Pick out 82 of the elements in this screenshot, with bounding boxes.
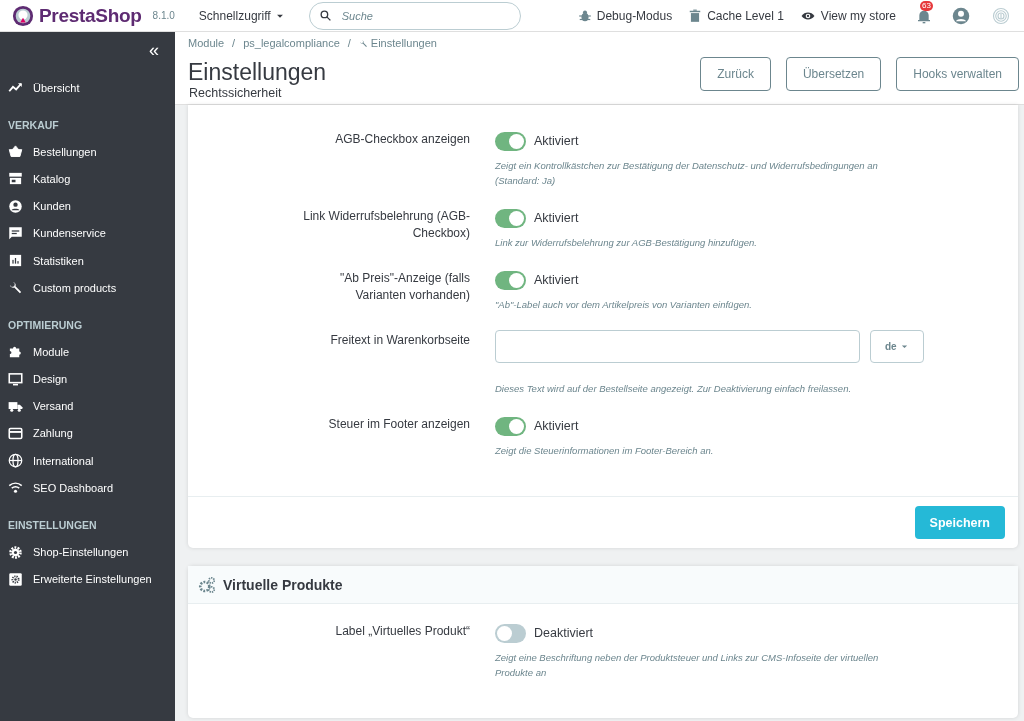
field-label: Label „Virtuelles Produkt“: [334, 623, 470, 640]
sidebar-section-title: OPTIMIERUNG: [7, 318, 84, 334]
sidebar-item[interactable]: Bestellungen: [0, 138, 175, 166]
toggle-status: Aktiviert: [534, 419, 579, 433]
toggle-status: Aktiviert: [534, 211, 579, 225]
breadcrumb-link[interactable]: Module: [188, 37, 225, 49]
search-icon: [318, 8, 332, 22]
text-input-field[interactable]: [495, 330, 860, 363]
language-dropdown[interactable]: de: [870, 330, 924, 363]
debug-mode-link[interactable]: Debug-Modus: [596, 8, 673, 23]
help-text: Zeigt eine Beschriftung neben der Produktsteuer und Links zur CMS-Infoseite der virtuellen Produkte an: [495, 651, 880, 680]
toggle-switch[interactable]: [495, 416, 526, 436]
toggle-status: Aktiviert: [534, 273, 579, 287]
sidebar-item[interactable]: Shop-Einstellungen: [0, 538, 175, 566]
sidebar-item[interactable]: Katalog: [0, 165, 175, 193]
help-text: "Ab"-Label auch vor dem Artikelpreis von Varianten einfügen.: [495, 298, 753, 312]
trash-icon: [688, 8, 703, 23]
card-icon: [8, 425, 23, 441]
basket-icon: [8, 144, 23, 160]
page-title: Einstellungen: [188, 59, 328, 85]
signal-icon: [8, 480, 23, 496]
notification-count: 63: [920, 0, 933, 11]
toggle-switch[interactable]: [495, 623, 526, 643]
gear-icon: [8, 544, 23, 560]
sidebar-item[interactable]: Erweiterte Einstellungen: [0, 565, 175, 593]
breadcrumb-separator: /: [232, 37, 236, 49]
fingerprint-icon: [992, 6, 1010, 25]
bug-icon: [577, 8, 592, 23]
sidebar-item[interactable]: International: [0, 447, 175, 475]
page-subtitle: Rechtssicherheit: [188, 86, 283, 100]
toolbar-button[interactable]: Zurück: [700, 57, 771, 91]
breadcrumb-separator: /: [347, 37, 351, 49]
collapse-button[interactable]: «: [149, 42, 159, 58]
toggle-status: Aktiviert: [534, 134, 579, 148]
help-text: Dieses Text wird auf der Bestellseite angezeigt. Zur Deaktivierung einfach freilassen.: [495, 382, 853, 396]
help-text: Link zur Widerrufsbelehrung zur AGB-Bestätigung hinzufügen.: [495, 236, 758, 250]
chart-icon: [8, 253, 23, 269]
panel-title: Virtuelle Produkte: [223, 576, 343, 593]
sidebar-item[interactable]: Design: [0, 365, 175, 393]
gear-square-icon: [8, 571, 23, 587]
field-label: AGB-Checkbox anzeigen: [334, 131, 470, 148]
help-text: Zeigt ein Kontrollkästchen zur Bestätigung der Datenschutz- und Widerrufsbedingungen an (Standard: Ja): [495, 159, 879, 188]
toggle-switch[interactable]: [495, 270, 526, 290]
sidebar-item[interactable]: Custom products: [0, 274, 175, 302]
sidebar-item[interactable]: Zahlung: [0, 419, 175, 448]
sidebar-item[interactable]: Module: [0, 338, 175, 366]
chat-icon: [8, 225, 23, 241]
field-label: Link Widerrufsbelehrung (AGB-Checkbox): [302, 208, 470, 242]
logo-icon: [12, 4, 34, 27]
cache-level-link[interactable]: Cache Level 1: [707, 8, 784, 23]
sidebar-item[interactable]: Statistiken: [0, 246, 175, 275]
person-icon: [8, 198, 23, 214]
sidebar-item[interactable]: SEO Dashboard: [0, 474, 175, 502]
monitor-icon: [8, 371, 23, 387]
gears-icon: [198, 575, 216, 594]
version-label: 8.1.0: [152, 10, 175, 21]
toolbar-button[interactable]: Übersetzen: [785, 57, 882, 91]
breadcrumb-link[interactable]: Einstellungen: [370, 37, 437, 49]
field-label: Steuer im Footer anzeigen: [327, 416, 470, 433]
field-label: "Ab Preis"-Anzeige (falls Varianten vorhanden): [339, 270, 470, 304]
caret-icon: [899, 342, 909, 351]
quick-access-menu[interactable]: Schnellzugriff: [198, 8, 285, 23]
help-text: Zeigt die Steuerinformationen im Footer-Bereich an.: [495, 444, 715, 458]
breadcrumb-link[interactable]: ps_legalcompliance: [243, 37, 340, 49]
toggle-status: Deaktiviert: [534, 626, 594, 640]
search-field[interactable]: Suche: [308, 1, 521, 30]
globe-icon: [8, 453, 23, 469]
sidebar-item[interactable]: Kunden: [0, 192, 175, 220]
sidebar-section-title: VERKAUF: [7, 118, 60, 134]
store-icon: [8, 171, 23, 187]
field-label: Freitext in Warenkorbseite: [329, 332, 470, 349]
toggle-switch[interactable]: [495, 131, 526, 151]
view-store-link[interactable]: View my store: [820, 8, 896, 23]
logo-text[interactable]: PrestaShop: [39, 4, 142, 27]
toolbar-button[interactable]: Hooks verwalten: [896, 57, 1019, 91]
sidebar-item[interactable]: Versand: [0, 392, 175, 420]
toggle-switch[interactable]: [495, 208, 526, 228]
account-icon: [952, 6, 970, 25]
sidebar-item[interactable]: Übersicht: [0, 74, 175, 102]
sidebar-item[interactable]: Kundenservice: [0, 219, 175, 247]
puzzle-icon: [8, 344, 23, 360]
sidebar-section-title: EINSTELLUNGEN: [7, 518, 98, 534]
